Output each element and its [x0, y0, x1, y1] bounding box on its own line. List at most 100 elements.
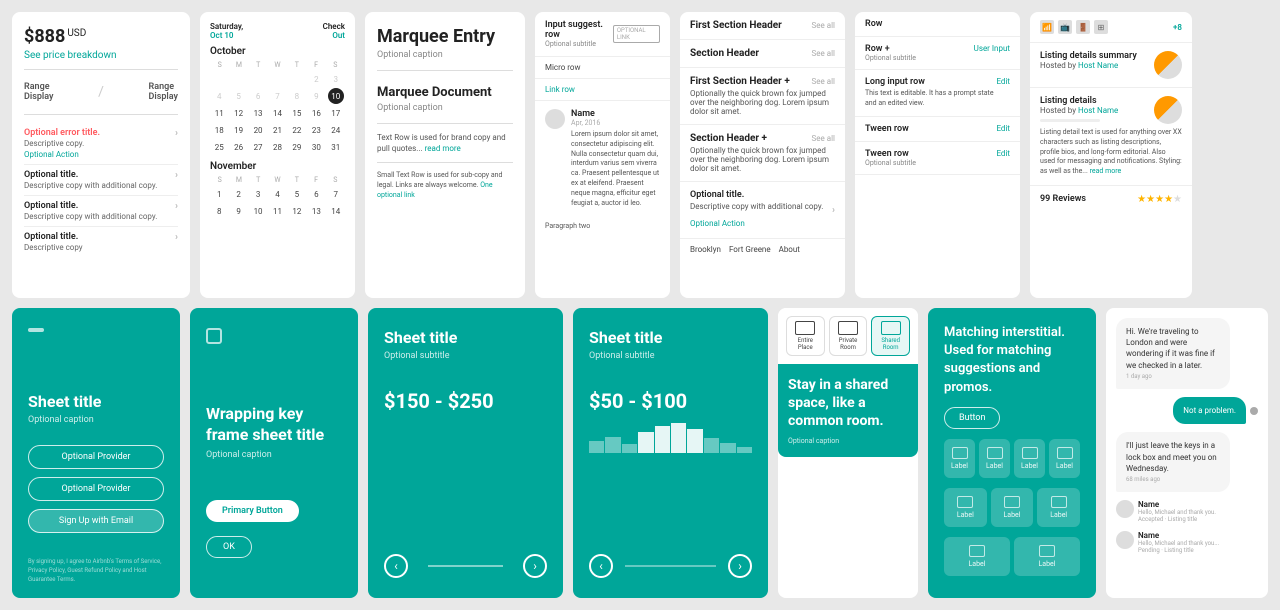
nov-14[interactable]: 14 — [328, 203, 344, 219]
see-all-1[interactable]: See all — [812, 21, 835, 30]
footer-about[interactable]: About — [779, 245, 800, 254]
cal-day-oct19[interactable]: 19 — [231, 122, 247, 138]
cal-day-oct26[interactable]: 26 — [231, 139, 247, 155]
more-badge[interactable]: +8 — [1173, 23, 1182, 32]
door-icon: 🚪 — [1076, 20, 1090, 34]
cal-day-oct31[interactable]: 31 — [328, 139, 344, 155]
stepper-next-4[interactable]: › — [728, 554, 752, 578]
teal-checkbox-2[interactable] — [206, 328, 222, 344]
listing-details-host: Hosted by Host Name — [1040, 106, 1148, 115]
label-item-6: Label — [991, 488, 1034, 527]
section-item-3: First Section Header + See all Optionall… — [680, 68, 845, 125]
cal-day-oct25[interactable]: 25 — [211, 139, 227, 155]
private-room-option[interactable]: Private Room — [829, 316, 868, 356]
nov-8[interactable]: 8 — [211, 203, 227, 219]
stepper-prev-3[interactable]: ‹ — [384, 554, 408, 578]
chat-bubble-2: Not a problem. — [1173, 397, 1246, 424]
nov-9[interactable]: 9 — [231, 203, 247, 219]
tween-row-2: Tween row Optional subtitle Edit — [855, 142, 1020, 175]
cal-day-oct23[interactable]: 23 — [308, 122, 324, 138]
nov-6[interactable]: 6 — [308, 186, 324, 202]
cal-day-oct15[interactable]: 15 — [289, 105, 305, 121]
cal-day-oct18[interactable]: 18 — [211, 122, 227, 138]
cal-day-oct16[interactable]: 16 — [308, 105, 324, 121]
tween-1-edit[interactable]: Edit — [996, 124, 1010, 133]
chat-name-1: Name — [1138, 500, 1216, 509]
host-name-link-1[interactable]: Host Name — [1078, 61, 1118, 70]
cal-day-oct20[interactable]: 20 — [250, 122, 266, 138]
cal-day-oct5[interactable]: 5 — [231, 88, 247, 104]
cal-day-oct17[interactable]: 17 — [328, 105, 344, 121]
cal-days-header: S M T W T F S — [210, 61, 345, 69]
link-row[interactable]: Link row — [535, 79, 670, 101]
primary-button[interactable]: Primary Button — [206, 500, 299, 522]
cal-day-oct30[interactable]: 30 — [308, 139, 324, 155]
cal-day-oct28[interactable]: 28 — [269, 139, 285, 155]
cal-day-oct27[interactable]: 27 — [250, 139, 266, 155]
nov-1[interactable]: 1 — [211, 186, 227, 202]
host-name-link-2[interactable]: Host Name — [1078, 106, 1118, 115]
nov-3[interactable]: 3 — [250, 186, 266, 202]
label-item-5: Label — [944, 488, 987, 527]
nov-11[interactable]: 11 — [269, 203, 285, 219]
cal-empty — [250, 71, 266, 87]
marquee-title: Marquee Entry — [377, 26, 513, 47]
stepper-next-3[interactable]: › — [523, 554, 547, 578]
cal-day-oct14[interactable]: 14 — [269, 105, 285, 121]
optional-provider-btn-1[interactable]: Optional Provider — [28, 445, 164, 469]
listing-read-more[interactable]: read more — [1090, 167, 1122, 175]
entire-place-option[interactable]: Entire Place — [786, 316, 825, 356]
cal-day-oct21[interactable]: 21 — [269, 122, 285, 138]
label-item-8: Label — [944, 537, 1010, 576]
error-action-link[interactable]: Optional Action — [24, 150, 171, 159]
input-badge[interactable]: OPTIONAL LINK — [613, 25, 660, 43]
teal-subtitle-3: Optional subtitle — [384, 351, 547, 361]
tween-2-edit[interactable]: Edit — [996, 149, 1010, 158]
option-row-3: Optional title. Descriptive copy › — [24, 227, 178, 257]
divider — [24, 114, 178, 115]
interstitial-button[interactable]: Button — [944, 407, 1000, 429]
nov-5[interactable]: 5 — [289, 186, 305, 202]
cal-day-oct24[interactable]: 24 — [328, 122, 344, 138]
nov-12[interactable]: 12 — [289, 203, 305, 219]
read-more-link[interactable]: read more — [425, 144, 461, 153]
teal-price-range: $50 - $100 — [589, 389, 752, 413]
shared-room-option[interactable]: Shared Room — [871, 316, 910, 356]
nov-2[interactable]: 2 — [231, 186, 247, 202]
signup-email-btn[interactable]: Sign Up with Email — [28, 509, 164, 533]
cal-day-oct11[interactable]: 11 — [211, 105, 227, 121]
nov-13[interactable]: 13 — [308, 203, 324, 219]
ok-button[interactable]: OK — [206, 536, 252, 558]
optional-provider-btn-2[interactable]: Optional Provider — [28, 477, 164, 501]
cal-day-oct3[interactable]: 3 — [328, 71, 344, 87]
tween-2-left: Tween row Optional subtitle — [865, 149, 916, 167]
cal-day-oct12[interactable]: 12 — [231, 105, 247, 121]
nov-4[interactable]: 4 — [269, 186, 285, 202]
chevron-icon: › — [832, 205, 835, 216]
label-icon-1 — [952, 447, 968, 459]
cal-day-oct6[interactable]: 6 — [250, 88, 266, 104]
entire-place-icon — [795, 321, 815, 335]
cal-day-oct10[interactable]: 10 — [328, 88, 344, 104]
stepper-prev-4[interactable]: ‹ — [589, 554, 613, 578]
nov-10[interactable]: 10 — [250, 203, 266, 219]
cal-day-oct7[interactable]: 7 — [269, 88, 285, 104]
section-item-4: Section Header + See all Optionally the … — [680, 125, 845, 182]
chat-msg-1: Hello, Michael and thank you. — [1138, 509, 1216, 516]
see-all-2[interactable]: See all — [812, 49, 835, 58]
cal-day-oct13[interactable]: 13 — [250, 105, 266, 121]
cal-day-oct8[interactable]: 8 — [289, 88, 305, 104]
price-breakdown-link[interactable]: See price breakdown — [24, 50, 178, 61]
cal-day-oct29[interactable]: 29 — [289, 139, 305, 155]
cal-day-oct2[interactable]: 2 — [308, 71, 324, 87]
see-all-4[interactable]: See all — [812, 134, 835, 143]
opt-link[interactable]: Optional Action — [690, 219, 745, 228]
see-all-3[interactable]: See all — [812, 77, 835, 86]
cal-day-oct22[interactable]: 22 — [289, 122, 305, 138]
row-3-edit[interactable]: Edit — [996, 77, 1010, 86]
teal-sheet-title-3: Sheet title — [384, 328, 547, 347]
cal-day-oct9[interactable]: 9 — [308, 88, 324, 104]
teal-checkbox-1[interactable] — [28, 328, 44, 332]
nov-7[interactable]: 7 — [328, 186, 344, 202]
cal-day-oct4[interactable]: 4 — [211, 88, 227, 104]
